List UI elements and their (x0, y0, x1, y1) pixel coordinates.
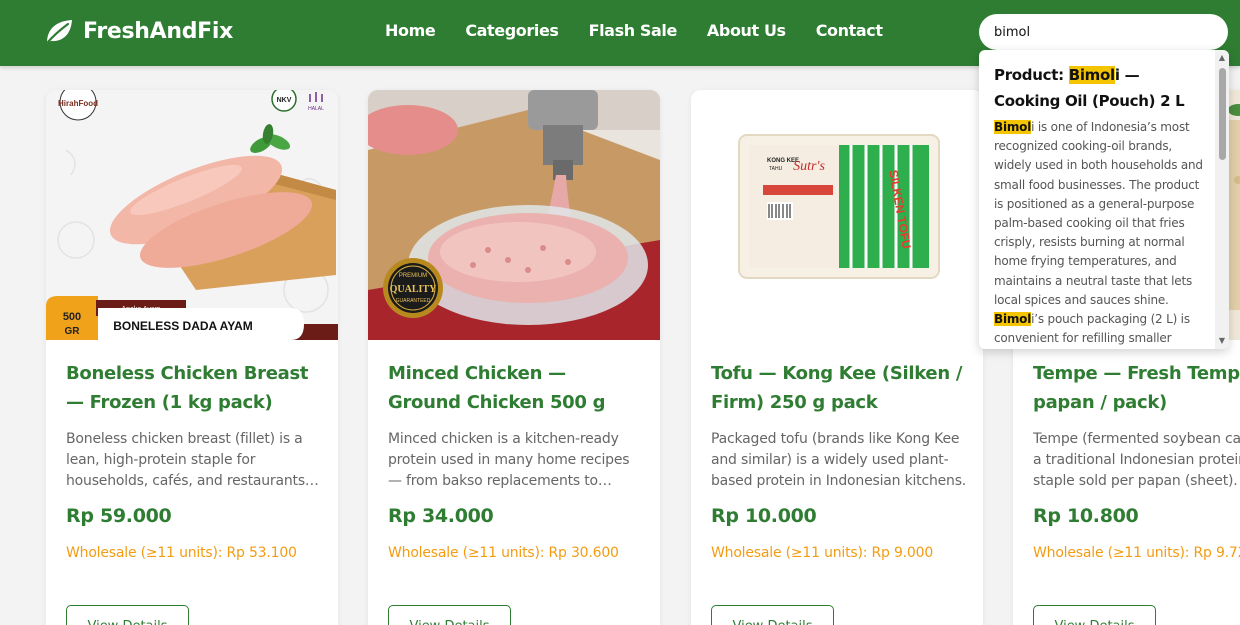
product-image[interactable]: HirahFood NKV HALAL Aneka Ayam BONELESS … (46, 90, 338, 340)
view-details-button[interactable]: View Details (388, 605, 511, 625)
suggestion-text: i is one of Indonesia’s most recognized … (994, 120, 1203, 307)
halal-cert-label: HALAL (308, 106, 324, 112)
search-highlight: Bimol (994, 120, 1032, 134)
brand-name: FreshAndFix (83, 18, 234, 44)
suggestion-title-prefix: Product: (994, 66, 1069, 84)
search-suggestions[interactable]: Product: Bimoli — Cooking Oil (Pouch) 2 … (979, 50, 1229, 349)
product-price: Rp 10.000 (711, 505, 817, 527)
scroll-up-icon[interactable]: ▲ (1217, 53, 1227, 63)
tofu-brand-sub: TAHU (769, 166, 783, 172)
wholesale-price: Wholesale (≥11 units): Rp 9.720 (1033, 545, 1240, 561)
suggestion-description: Bimoli is one of Indonesia’s most recogn… (994, 118, 1206, 349)
product-card: HirahFood NKV HALAL Aneka Ayam BONELESS … (46, 90, 338, 625)
seal-main: QUALITY (390, 284, 437, 295)
product-description: Packaged tofu (brands like Kong Kee and … (711, 431, 967, 489)
search-input[interactable]: bimol (979, 14, 1228, 50)
product-card: KONG KEE TAHU Sutr's SILKEN TOFU Tofu — … (691, 90, 983, 625)
product-title[interactable]: Minced Chicken — Ground Chicken 500 g pa… (388, 359, 644, 417)
search-highlight: Bimol (1068, 66, 1115, 84)
wholesale-price: Wholesale (≥11 units): Rp 9.000 (711, 545, 934, 561)
nav-flash-sale[interactable]: Flash Sale (589, 21, 678, 40)
view-details-button[interactable]: View Details (711, 605, 834, 625)
product-title[interactable]: Boneless Chicken Breast — Frozen (1 kg p… (66, 359, 322, 417)
seal-bottom: GUARANTEED (396, 298, 431, 304)
leaf-icon (46, 20, 72, 44)
wholesale-price: Wholesale (≥11 units): Rp 53.100 (66, 545, 297, 561)
tofu-script: Sutr's (793, 159, 825, 174)
scroll-down-icon[interactable]: ▼ (1217, 336, 1227, 346)
weight-badge-unit: GR (65, 326, 81, 337)
brand-label: HirahFood (58, 99, 98, 108)
product-image[interactable]: KONG KEE TAHU Sutr's SILKEN TOFU (691, 90, 983, 340)
product-price: Rp 34.000 (388, 505, 494, 527)
product-price: Rp 59.000 (66, 505, 172, 527)
product-image[interactable]: PREMIUM QUALITY GUARANTEED (368, 90, 660, 340)
product-description: Tempe (fermented soybean cake) is a trad… (1033, 431, 1240, 489)
suggestion-item[interactable]: Product: Bimoli — Cooking Oil (Pouch) 2 … (994, 62, 1206, 349)
search-highlight: Bimol (994, 312, 1032, 327)
nav-about-us[interactable]: About Us (707, 21, 786, 40)
nav-home[interactable]: Home (385, 21, 436, 40)
seal-top: PREMIUM (399, 273, 427, 279)
view-details-button[interactable]: View Details (1033, 605, 1156, 625)
view-details-button[interactable]: View Details (66, 605, 189, 625)
nav-contact[interactable]: Contact (816, 21, 883, 40)
brand-logo[interactable]: FreshAndFix (44, 17, 233, 45)
product-description: Boneless chicken breast (fillet) is a le… (66, 431, 305, 489)
product-card: PREMIUM QUALITY GUARANTEED Minced Chicke… (368, 90, 660, 625)
scrollbar-thumb[interactable] (1219, 68, 1226, 160)
product-description: Minced chicken is a kitchen-ready protei… (388, 431, 630, 489)
product-title[interactable]: Tempe — Fresh Tempe (1 papan / pack) (1033, 359, 1240, 417)
wholesale-price: Wholesale (≥11 units): Rp 30.600 (388, 545, 619, 561)
product-price: Rp 10.800 (1033, 505, 1139, 527)
main-nav: Home Categories Flash Sale About Us Cont… (385, 21, 883, 40)
weight-badge: 500 (63, 311, 81, 323)
nav-categories[interactable]: Categories (465, 21, 559, 40)
product-banner: BONELESS DADA AYAM (113, 319, 253, 333)
suggestion-title: Product: Bimoli — Cooking Oil (Pouch) 2 … (994, 62, 1206, 114)
product-title[interactable]: Tofu — Kong Kee (Silken / Firm) 250 g pa… (711, 359, 967, 417)
dropdown-scrollbar[interactable]: ▲ ▼ (1215, 50, 1229, 349)
nkv-cert-label: NKV (277, 97, 292, 104)
